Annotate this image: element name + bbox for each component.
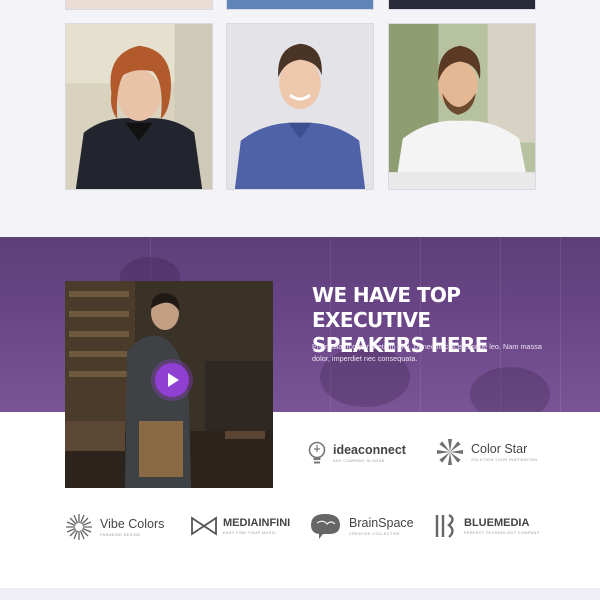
logo-vibe-colors[interactable]: Vibe Colors paradise design	[64, 512, 164, 542]
logo-name: MEDIAINFINI	[223, 517, 291, 529]
logo-name: BrainSpace	[349, 516, 414, 530]
logo-name: ideaconnect	[333, 443, 406, 457]
speaker-photo-white-shirt	[388, 23, 536, 190]
section-description: Proin ullamcorper pretium orci. Donec ne…	[312, 342, 542, 363]
play-icon[interactable]	[155, 363, 189, 397]
brain-icon	[311, 514, 340, 539]
logo-tagline: paradise design	[100, 533, 141, 537]
logo-tagline: perfect technology company	[464, 531, 540, 535]
headline-line-1: WE HAVE TOP EXECUTIVE	[312, 283, 461, 332]
logo-bluemedia[interactable]: BLUEMEDIA perfect technology company	[434, 513, 540, 539]
logo-tagline: easy find your music	[223, 531, 277, 535]
top-photo-strip	[388, 0, 536, 10]
speaker-photo-curly-hair	[65, 23, 213, 190]
logo-color-star[interactable]: Color Star Solution Your Inspiration	[435, 437, 537, 467]
logo-mediainfini[interactable]: MEDIAINFINI easy find your music	[191, 516, 290, 536]
sunburst-icon	[66, 514, 92, 540]
lightbulb-icon	[308, 441, 326, 464]
bowtie-icon	[191, 516, 217, 536]
top-photo-strip	[65, 0, 213, 10]
logo-name: BLUEMEDIA	[464, 517, 530, 529]
section-divider	[0, 588, 600, 600]
logo-name: Color Star	[471, 442, 528, 456]
top-photo-strip	[226, 0, 374, 10]
logo-name: Vibe Colors	[100, 517, 165, 531]
speaker-photo-blue-shirt	[226, 23, 374, 190]
logo-tagline: any company slogan	[333, 459, 385, 463]
bars-icon	[435, 513, 454, 538]
logo-tagline: creative collective	[349, 532, 400, 536]
star-burst-icon	[437, 439, 463, 465]
logo-brainspace[interactable]: BrainSpace creative collective	[307, 511, 414, 541]
logo-ideaconnect[interactable]: ideaconnect any company slogan	[307, 440, 406, 466]
logo-tagline: Solution Your Inspiration	[471, 458, 538, 462]
